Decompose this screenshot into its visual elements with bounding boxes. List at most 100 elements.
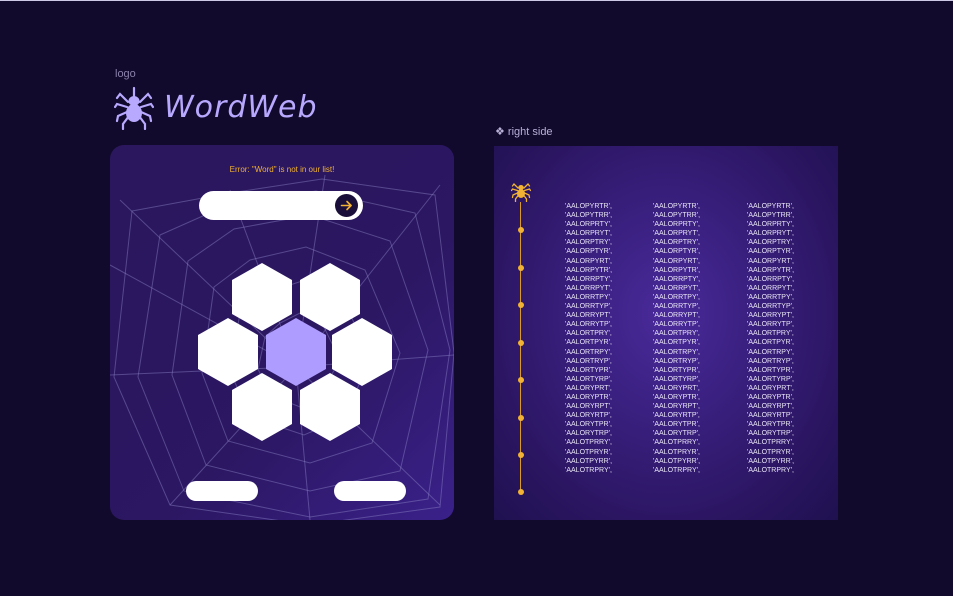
word-entry: 'AALORYPTR', (653, 393, 700, 401)
word-entry: 'AALORYPRT', (565, 384, 612, 392)
word-entry: 'AALORTYRP', (747, 375, 794, 383)
word-entry: 'AALORTPRY', (653, 330, 700, 338)
word-entry: 'AALORRYPT', (747, 312, 794, 320)
word-entry: 'AALORYRPT', (747, 403, 794, 411)
word-entry: 'AALORRTYP', (653, 303, 700, 311)
word-entry: 'AALORRTPY', (747, 293, 794, 301)
word-entry: 'AALORRTPY', (565, 293, 612, 301)
word-entry: 'AALORRTYP', (565, 303, 612, 311)
word-entry: 'AALOPYRTR', (565, 203, 612, 210)
arrow-right-icon (340, 200, 352, 211)
word-entry: 'AALOTPRYR', (653, 448, 700, 456)
word-entry: 'AALORRPYT', (565, 284, 613, 292)
word-entry: 'AALORRTPY', (653, 293, 700, 301)
word-entry: 'AALORYTRP', (747, 430, 794, 438)
word-entry: 'AALOTPYRR', (653, 457, 701, 465)
word-column-2: 'AALOPYRTR', 'AALOPYTRR', 'AALORPRTY', 'AAL… (653, 202, 700, 475)
word-entry: 'AALORPRYT', (565, 230, 612, 238)
right-side-caption: ❖ right side (495, 126, 553, 138)
word-entry: 'AALOTPRYR', (747, 448, 794, 456)
word-entry: 'AALOTRPRY', (565, 466, 612, 474)
word-entry: 'AALORRTYP', (747, 303, 794, 311)
word-entry: 'AALORTPRY', (747, 330, 794, 338)
word-entry: 'AALORTRYP', (565, 357, 612, 365)
word-entry: 'AALORRYTP', (565, 321, 612, 329)
word-entry: 'AALORTYRP', (565, 375, 612, 383)
spider-icon (114, 86, 154, 130)
word-entry: 'AALORTPYR', (565, 339, 612, 347)
word-entry: 'AALORYPTR', (565, 393, 612, 401)
word-entry: 'AALORPRTY', (653, 221, 700, 229)
timeline-dot (518, 452, 524, 458)
word-entry: 'AALOTPRYR', (565, 448, 612, 456)
word-entry: 'AALORPRYT', (653, 230, 700, 238)
word-entry: 'AALORRYTP', (747, 321, 794, 329)
game-panel: Error: "Word" is not in our list! (110, 145, 454, 520)
word-entry: 'AALORYRTP', (565, 412, 612, 420)
word-entry: 'AALORRPYT', (653, 284, 701, 292)
timeline-dot (518, 265, 524, 271)
timeline-line (520, 202, 521, 492)
word-entry: 'AALORPYTR', (565, 266, 613, 274)
word-entry: 'AALORRPTY', (747, 275, 795, 283)
submit-button[interactable] (335, 194, 358, 217)
word-entry: 'AALOPYTRR', (653, 212, 701, 220)
word-entry: 'AALOPYTRR', (747, 212, 795, 220)
word-entry: 'AALORYPRT', (747, 384, 794, 392)
word-entry: 'AALORTRPY', (747, 348, 794, 356)
word-entry: 'AALORPYTR', (653, 266, 701, 274)
app-name: WordWeb (164, 90, 318, 125)
word-entry: 'AALOTPRRY', (653, 439, 700, 447)
timeline-dot (518, 377, 524, 383)
word-entry: 'AALORTPYR', (747, 339, 794, 347)
word-entry: 'AALORTPYR', (653, 339, 700, 347)
word-entry: 'AALORPRTY', (565, 221, 612, 229)
word-entry: 'AALORTRPY', (565, 348, 612, 356)
right-action-button[interactable] (334, 481, 406, 501)
left-action-button[interactable] (186, 481, 258, 501)
word-entry: 'AALORPTYR', (747, 248, 795, 256)
word-entry: 'AALORRPTY', (653, 275, 701, 283)
word-entry: 'AALORPYRT', (653, 257, 700, 265)
word-entry: 'AALORPTRY', (565, 239, 612, 247)
word-entry: 'AALORYTRP', (653, 430, 700, 438)
logo: WordWeb (114, 86, 317, 132)
word-entry: 'AALORTRYP', (653, 357, 700, 365)
word-entry: 'AALORTYPR', (565, 366, 612, 374)
word-entry: 'AALOTRPRY', (653, 466, 700, 474)
word-entry: 'AALORPTYR', (653, 248, 701, 256)
word-entry: 'AALOPYRTR', (747, 203, 794, 210)
word-entry: 'AALORYTRP', (565, 430, 612, 438)
timeline-dot (518, 302, 524, 308)
word-entry: 'AALORPTRY', (653, 239, 700, 247)
word-entry: 'AALORTYPR', (747, 366, 794, 374)
word-entry: 'AALORTRYP', (747, 357, 794, 365)
word-entry: 'AALOTPYRR', (565, 457, 613, 465)
word-entry: 'AALORRYPT', (565, 312, 612, 320)
word-entry: 'AALORPTYR', (565, 248, 613, 256)
word-column-3: 'AALOPYRTR', 'AALOPYTRR', 'AALORPRTY', 'AAL… (747, 202, 794, 475)
word-input[interactable] (213, 191, 337, 220)
word-entry: 'AALOTRPRY', (747, 466, 794, 474)
word-entry: 'AALORYTPR', (565, 421, 612, 429)
timeline-dot (518, 489, 524, 495)
word-entry: 'AALORRYTP', (653, 321, 700, 329)
word-entry: 'AALOPYRTR', (653, 203, 700, 210)
word-entry: 'AALORTYRP', (653, 375, 700, 383)
word-entry: 'AALORRPTY', (565, 275, 613, 283)
word-entry: 'AALOTPRRY', (565, 439, 612, 447)
word-entry: 'AALORYRTP', (653, 412, 700, 420)
word-entry: 'AALORYPRT', (653, 384, 700, 392)
word-entry: 'AALORPTRY', (747, 239, 794, 247)
timeline-dot (518, 227, 524, 233)
word-entry: 'AALORPYRT', (747, 257, 794, 265)
word-entry: 'AALORPYRT', (565, 257, 612, 265)
logo-caption: logo (115, 68, 136, 80)
word-entry: 'AALORTPRY', (565, 330, 612, 338)
word-entry: 'AALORPYTR', (747, 266, 795, 274)
word-entry: 'AALOTPRRY', (747, 439, 794, 447)
word-entry: 'AALORTRPY', (653, 348, 700, 356)
word-entry: 'AALOPYTRR', (565, 212, 613, 220)
word-entry: 'AALORYRPT', (565, 403, 612, 411)
word-entry: 'AALOTPYRR', (747, 457, 795, 465)
